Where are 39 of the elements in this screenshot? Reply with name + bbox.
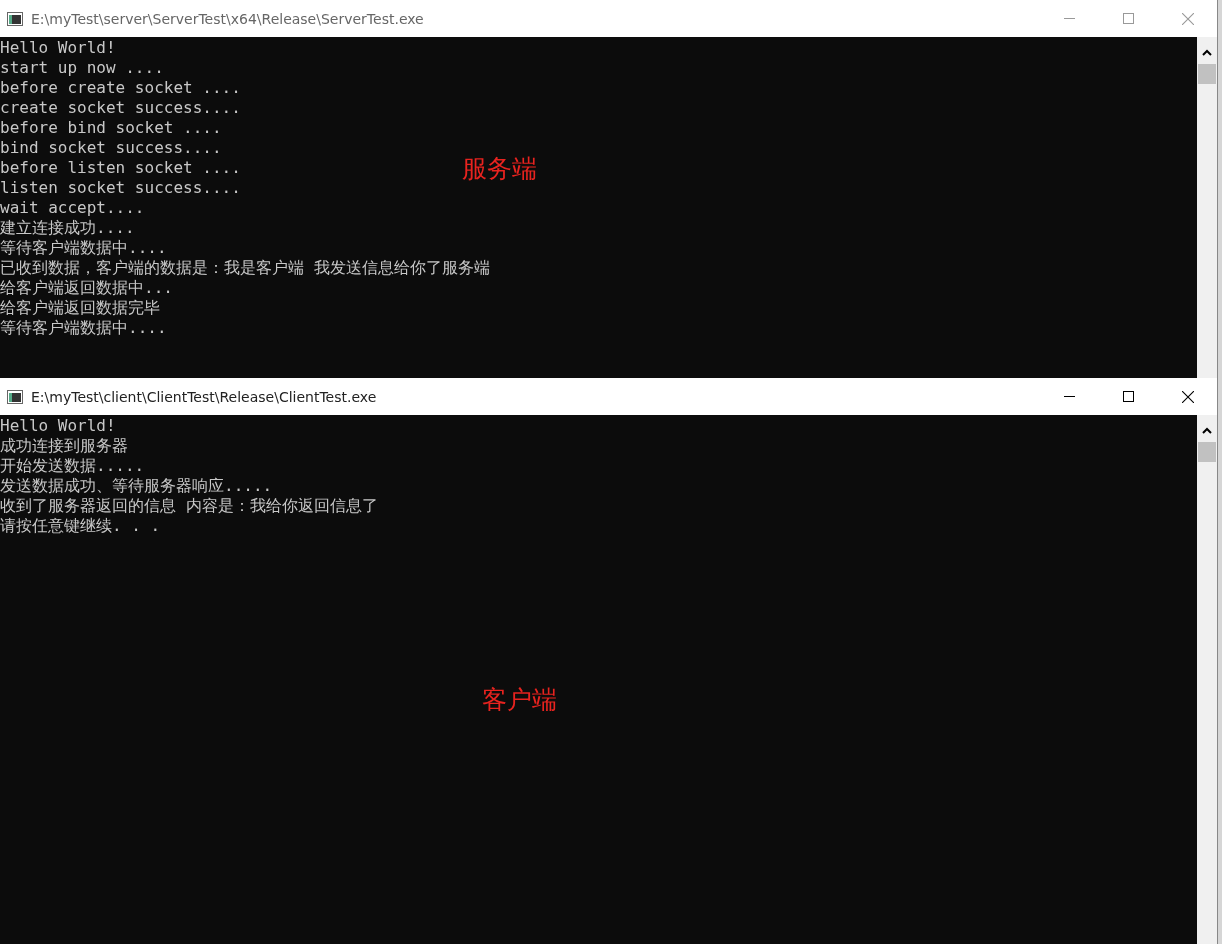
scroll-up-icon[interactable]	[1202, 49, 1212, 56]
close-icon	[1181, 390, 1194, 403]
console-line: before bind socket ....	[0, 118, 222, 138]
console-line: Hello World!	[0, 38, 116, 58]
scrollbar-thumb[interactable]	[1198, 442, 1216, 462]
console-line: start up now ....	[0, 58, 164, 78]
console-line: 等待客户端数据中....	[0, 238, 167, 258]
console-line: 收到了服务器返回的信息 内容是：我给你返回信息了	[0, 496, 378, 516]
console-line: listen socket success....	[0, 178, 241, 198]
window-title: E:\myTest\server\ServerTest\x64\Release\ServerTest.exe	[31, 10, 424, 27]
maximize-icon	[1123, 391, 1134, 402]
vertical-scrollbar[interactable]	[1197, 415, 1217, 944]
console-line: 建立连接成功....	[0, 218, 135, 238]
scrollbar-thumb[interactable]	[1198, 64, 1216, 84]
console-line: before create socket ....	[0, 78, 241, 98]
annotation-label: 客户端	[482, 684, 557, 716]
annotation-label: 服务端	[462, 153, 537, 185]
console-line: 成功连接到服务器	[0, 436, 128, 456]
console-line: Hello World!	[0, 416, 116, 436]
console-line: 请按任意键继续. . .	[0, 516, 161, 536]
console-line: create socket success....	[0, 98, 241, 118]
console-line: wait accept....	[0, 198, 145, 218]
minimize-icon	[1064, 18, 1075, 19]
console-line: 发送数据成功、等待服务器响应.....	[0, 476, 273, 496]
console-line: 已收到数据，客户端的数据是：我是客户端 我发送信息给你了服务端	[0, 258, 490, 278]
window-title: E:\myTest\client\ClientTest\Release\ClientTest.exe	[31, 388, 377, 405]
console-line: before listen socket ....	[0, 158, 241, 178]
console-line: 开始发送数据.....	[0, 456, 145, 476]
console-line: 给客户端返回数据中...	[0, 278, 173, 298]
vertical-scrollbar[interactable]	[1197, 37, 1217, 378]
maximize-icon	[1123, 13, 1134, 24]
minimize-icon	[1064, 396, 1075, 397]
scroll-up-icon[interactable]	[1202, 427, 1212, 434]
close-icon	[1181, 12, 1194, 25]
console-line: 等待客户端数据中....	[0, 318, 167, 338]
console-line: 给客户端返回数据完毕	[0, 298, 160, 318]
console-app-icon	[7, 11, 23, 26]
console-line: bind socket success....	[0, 138, 222, 158]
console-app-icon	[7, 389, 23, 404]
